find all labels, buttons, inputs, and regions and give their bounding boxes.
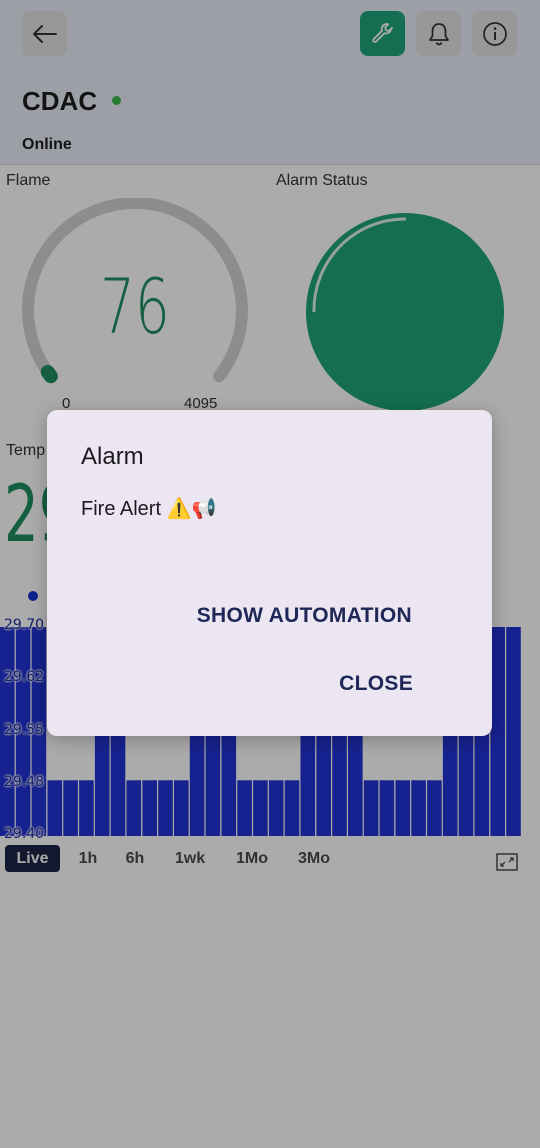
alarm-dialog: Alarm Fire Alert ⚠️📢 SHOW AUTOMATION CLO… <box>47 410 492 736</box>
close-button[interactable]: CLOSE <box>339 672 413 696</box>
show-automation-button[interactable]: SHOW AUTOMATION <box>197 604 412 628</box>
dialog-message: Fire Alert ⚠️📢 <box>81 498 217 520</box>
dialog-title: Alarm <box>81 443 144 470</box>
